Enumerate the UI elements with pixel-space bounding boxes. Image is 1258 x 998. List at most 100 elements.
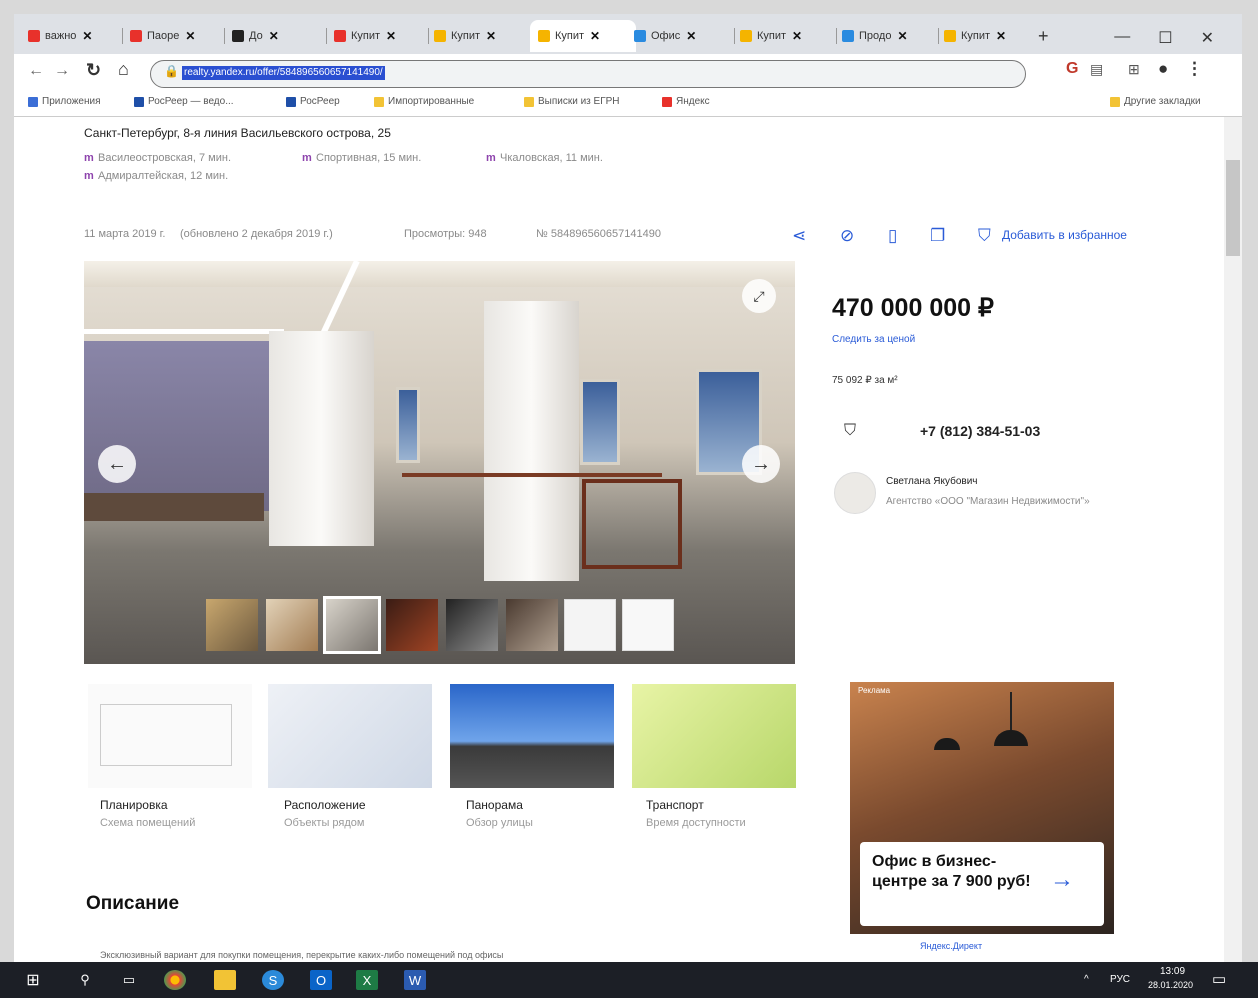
card-transport-title[interactable]: Транспорт (646, 798, 704, 812)
close-tab-icon[interactable]: ✕ (897, 29, 907, 43)
card-layout-subtitle: Схема помещений (100, 817, 196, 829)
agent-name[interactable]: Светлана Якубович (886, 476, 978, 487)
gallery-thumbnail-selected[interactable] (323, 596, 381, 654)
task-view-icon[interactable]: ▭ (118, 970, 140, 990)
arrow-right-icon: → (1050, 866, 1074, 893)
close-tab-icon[interactable]: ✕ (269, 29, 279, 43)
url-text[interactable]: realty.yandex.ru/offer/58489656065714149… (182, 66, 385, 80)
share-icon[interactable]: ⋖ (792, 226, 806, 246)
bookmark-apps[interactable]: Приложения (28, 96, 101, 107)
gallery-thumbnail[interactable] (506, 599, 558, 651)
gallery-thumbnail[interactable] (206, 599, 258, 651)
home-icon[interactable]: ⌂ (118, 59, 129, 80)
card-location-image[interactable] (268, 684, 432, 788)
close-tab-icon[interactable]: ✕ (792, 29, 802, 43)
close-tab-icon[interactable]: ✕ (185, 29, 195, 43)
scrollbar-thumb[interactable] (1226, 160, 1240, 256)
profile-icon[interactable]: ● (1158, 59, 1168, 79)
bookmark-other[interactable]: Другие закладки (1110, 96, 1201, 107)
close-tab-icon[interactable]: ✕ (82, 29, 92, 43)
card-panorama-title[interactable]: Панорама (466, 798, 523, 812)
menu-icon[interactable]: ⋮ (1186, 59, 1203, 79)
report-icon[interactable]: ▯ (888, 226, 897, 246)
bookmark-icon[interactable]: ⛉ (978, 226, 991, 246)
maximize-button[interactable]: ☐ (1158, 28, 1172, 48)
phone-number[interactable]: +7 (812) 384-51-03 (920, 423, 1040, 439)
description-text: Эксклюзивный вариант для покупки помещен… (100, 950, 504, 960)
bookmark-rosreestr-ved[interactable]: РосРеер — ведо... (134, 96, 234, 107)
back-icon[interactable]: ← (28, 62, 44, 80)
photo-gallery[interactable]: ← → ⤢ (84, 261, 795, 664)
tab-9[interactable]: Продо ✕ (842, 20, 934, 52)
card-layout-image[interactable] (88, 684, 252, 788)
clock-time[interactable]: 13:09 (1160, 966, 1185, 977)
site-icon (334, 30, 346, 42)
card-layout-title[interactable]: Планировка (100, 798, 168, 812)
tab-5[interactable]: Купит ✕ (434, 20, 524, 52)
clock-date[interactable]: 28.01.2020 (1148, 980, 1193, 990)
extension-icon[interactable]: ▤ (1090, 61, 1103, 78)
gallery-next-button[interactable]: → (742, 445, 780, 483)
close-tab-icon[interactable]: ✕ (996, 29, 1006, 43)
reload-icon[interactable]: ↻ (86, 60, 101, 81)
copy-icon[interactable]: ❐ (930, 226, 945, 246)
tab-4[interactable]: Купит ✕ (334, 20, 424, 52)
metro-station[interactable]: Чкаловская, 11 мин. (500, 152, 603, 164)
tab-1[interactable]: важно ✕ (28, 20, 118, 52)
word-icon[interactable]: W (404, 970, 426, 990)
new-tab-button[interactable]: + (1038, 20, 1058, 52)
tab-8[interactable]: Купит ✕ (740, 20, 832, 52)
start-icon[interactable]: ⊞ (22, 970, 44, 990)
tab-2[interactable]: Паоре ✕ (130, 20, 220, 52)
folder-icon (374, 96, 384, 107)
forward-icon[interactable]: → (54, 62, 70, 80)
bookmark-imported[interactable]: Импортированные (374, 96, 474, 107)
skype-icon[interactable]: S (262, 970, 284, 990)
card-panorama-subtitle: Обзор улицы (466, 817, 533, 829)
close-window-button[interactable]: ✕ (1201, 28, 1214, 48)
gallery-prev-button[interactable]: ← (98, 445, 136, 483)
close-tab-icon[interactable]: ✕ (590, 29, 600, 43)
tab-10[interactable]: Купит ✕ (944, 20, 1036, 52)
gallery-thumbnail-plan[interactable] (622, 599, 674, 651)
lock-icon: 🔒 (164, 64, 179, 78)
bookmark-egrn[interactable]: Выписки из ЕГРН (524, 96, 620, 107)
search-icon[interactable]: ⚲ (74, 970, 96, 990)
bookmark-rosreestr[interactable]: РосРеер (286, 96, 340, 107)
gallery-thumbnail[interactable] (446, 599, 498, 651)
tab-active[interactable]: Купит ✕ (530, 20, 636, 52)
card-location-title[interactable]: Расположение (284, 798, 366, 812)
metro-station[interactable]: Адмиралтейская, 12 мин. (98, 170, 228, 182)
add-favorite-link[interactable]: Добавить в избранное (1002, 228, 1127, 242)
gallery-thumbnail-plan[interactable] (564, 599, 616, 651)
price-watch-link[interactable]: Следить за ценой (832, 334, 915, 345)
outlook-icon[interactable]: O (310, 970, 332, 990)
file-explorer-icon[interactable] (214, 970, 236, 990)
bookmark-yandex[interactable]: Яндекс (662, 96, 710, 107)
metro-station[interactable]: Василеостровская, 7 мин. (98, 152, 231, 164)
ad-footer[interactable]: Яндекс.Директ (920, 941, 982, 951)
excel-icon[interactable]: X (356, 970, 378, 990)
shield-icon: ⛉ (844, 422, 857, 439)
gallery-thumbnail[interactable] (386, 599, 438, 651)
tray-chevron-icon[interactable]: ^ (1084, 974, 1089, 985)
input-language[interactable]: РУС (1110, 974, 1130, 985)
card-panorama-image[interactable] (450, 684, 614, 788)
extension-icon[interactable]: ⊞ (1128, 61, 1140, 78)
ad-banner[interactable]: Реклама Офис в бизнес-центре за 7 900 ру… (850, 682, 1114, 934)
metro-station[interactable]: Спортивная, 15 мин. (316, 152, 421, 164)
close-tab-icon[interactable]: ✕ (686, 29, 696, 43)
chrome-icon[interactable] (164, 970, 186, 990)
card-transport-image[interactable] (632, 684, 796, 788)
extension-icon[interactable]: G (1066, 60, 1078, 78)
close-tab-icon[interactable]: ✕ (486, 29, 496, 43)
tab-7[interactable]: Офис ✕ (634, 20, 730, 52)
tab-3[interactable]: До ✕ (232, 20, 322, 52)
minimize-button[interactable]: — (1114, 28, 1130, 48)
close-tab-icon[interactable]: ✕ (386, 29, 396, 43)
fullscreen-button[interactable]: ⤢ (742, 279, 776, 313)
notification-icon[interactable]: ▭ (1212, 970, 1226, 988)
block-icon[interactable]: ⊘ (840, 226, 854, 246)
yandex-icon (662, 96, 672, 107)
gallery-thumbnail[interactable] (266, 599, 318, 651)
